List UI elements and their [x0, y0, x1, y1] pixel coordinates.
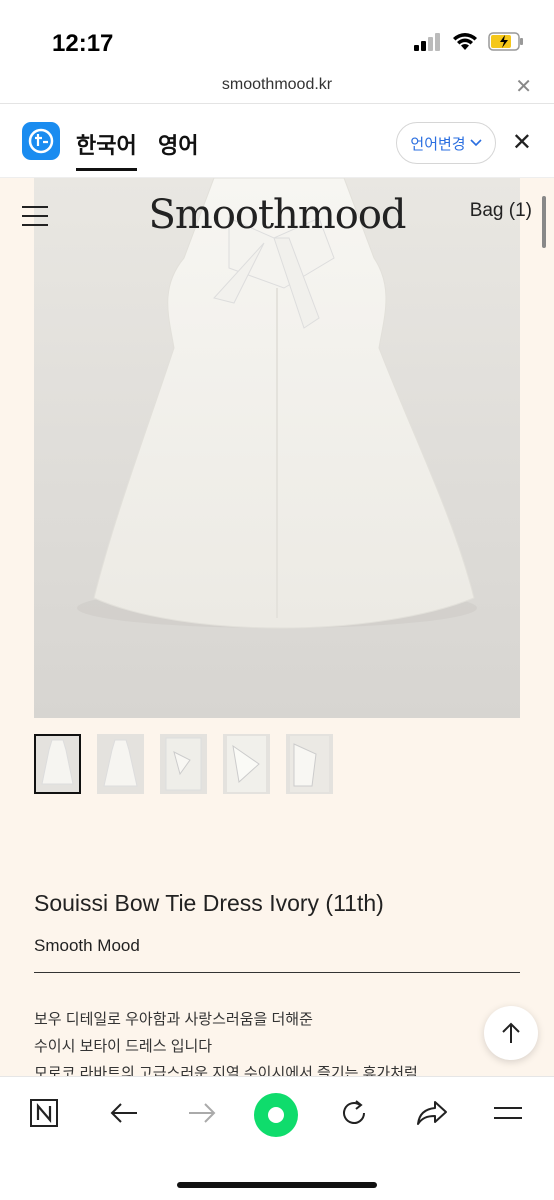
thumbnail-image	[290, 736, 329, 792]
thumbnail-4[interactable]	[223, 734, 270, 794]
close-icon[interactable]: ✕	[515, 74, 532, 99]
green-home-button[interactable]	[254, 1093, 298, 1137]
site-header: Smoothmood Bag (1)	[0, 178, 554, 254]
thumbnail-5[interactable]	[286, 734, 333, 794]
thumbnail-image	[227, 736, 266, 792]
thumbnail-2[interactable]	[97, 734, 144, 794]
wifi-icon	[453, 33, 477, 50]
product-description: 보우 디테일로 우아함과 사랑스러움을 더해준 수이시 보타이 드레스 입니다 …	[34, 1006, 418, 1087]
tab-english[interactable]: 영어	[158, 128, 198, 160]
menu-button[interactable]	[486, 1091, 530, 1135]
thumbnail-image	[103, 739, 138, 787]
share-button[interactable]	[410, 1091, 454, 1135]
scroll-top-button[interactable]	[484, 1006, 538, 1060]
product-title: Souissi Bow Tie Dress Ivory (11th)	[34, 890, 384, 916]
translate-bar: 한국어 영어 언어변경 ✕	[0, 104, 554, 178]
description-line: 보우 디테일로 우아함과 사랑스러움을 더해준	[34, 1011, 313, 1028]
status-bar: 12:17	[0, 0, 554, 70]
product-brand: Smooth Mood	[34, 936, 140, 955]
forward-arrow-icon	[189, 1103, 216, 1123]
chevron-down-icon	[470, 139, 482, 147]
battery-icon	[488, 32, 523, 51]
tab-korean[interactable]: 한국어	[76, 128, 137, 171]
thumbnail-3[interactable]	[160, 734, 207, 794]
translate-close-button[interactable]: ✕	[512, 128, 532, 157]
url-text[interactable]: smoothmood.kr	[0, 76, 554, 94]
scrollbar[interactable]	[542, 196, 546, 248]
thumbnail-1[interactable]	[34, 734, 81, 794]
green-home-icon	[268, 1107, 284, 1123]
naver-n-icon	[30, 1099, 58, 1127]
translate-logo-icon	[28, 128, 54, 154]
reload-button[interactable]	[332, 1091, 376, 1135]
reload-icon	[343, 1100, 365, 1124]
forward-button[interactable]	[180, 1091, 224, 1135]
naver-home-button[interactable]	[22, 1091, 66, 1135]
language-change-button[interactable]: 언어변경	[396, 122, 496, 164]
status-icons	[414, 32, 524, 51]
thumbnail-image	[41, 739, 74, 785]
url-bar[interactable]: smoothmood.kr ✕	[0, 70, 554, 104]
translate-logo	[22, 122, 60, 160]
back-button[interactable]	[102, 1091, 146, 1135]
dress-image	[77, 178, 477, 629]
language-change-label: 언어변경	[410, 135, 466, 153]
arrow-up-icon	[502, 1022, 520, 1043]
description-line: 수이시 보타이 드레스 입니다	[34, 1038, 213, 1055]
product-image[interactable]	[34, 178, 520, 718]
signal-icon	[414, 32, 440, 51]
home-indicator	[177, 1182, 377, 1188]
divider	[34, 972, 520, 973]
status-time: 12:17	[52, 30, 114, 57]
thumbnail-strip	[34, 734, 333, 794]
thumbnail-image	[165, 737, 202, 791]
bag-button[interactable]: Bag (1)	[470, 200, 532, 222]
back-arrow-icon	[110, 1103, 137, 1123]
menu-icon	[494, 1107, 522, 1119]
share-icon	[417, 1101, 447, 1125]
